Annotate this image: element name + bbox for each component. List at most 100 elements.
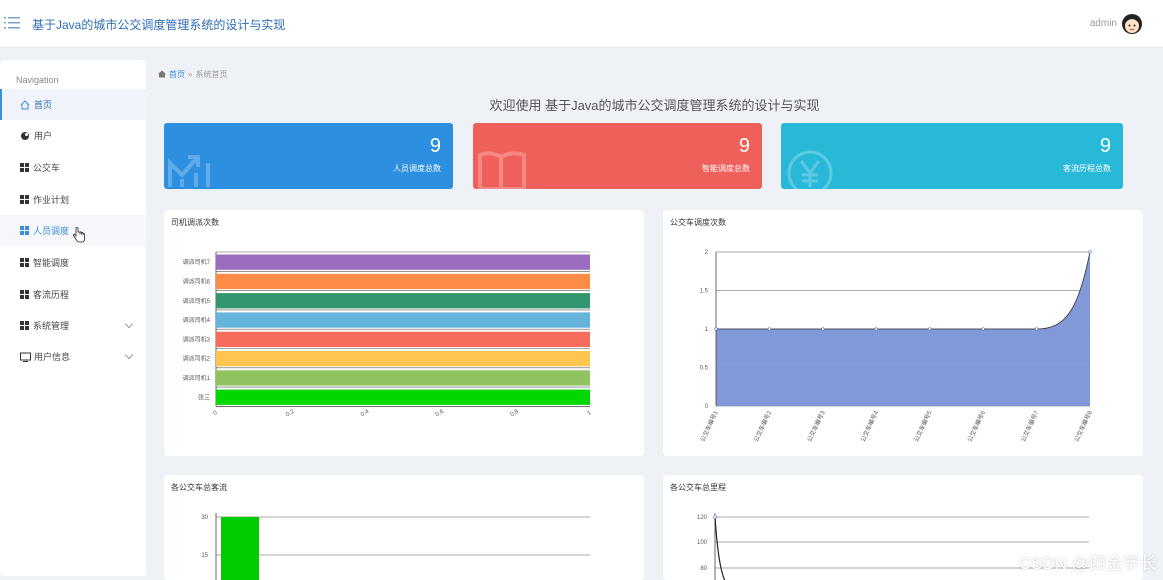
data-point xyxy=(713,515,717,519)
tick-label: 2 xyxy=(705,250,709,256)
grid-icon xyxy=(20,258,29,267)
hand-cursor-icon xyxy=(72,227,86,243)
category-label: 张三 xyxy=(198,393,210,401)
sidebar-item-smart-dispatch[interactable]: 智能调度 xyxy=(0,247,146,278)
user-icon xyxy=(20,131,30,141)
data-point xyxy=(767,327,772,331)
sidebar-item-label: 智能调度 xyxy=(33,258,70,268)
bar xyxy=(216,254,590,270)
bar xyxy=(216,389,590,405)
home-icon xyxy=(20,99,30,110)
grid-icon xyxy=(20,163,29,172)
grid-icon xyxy=(20,321,29,330)
category-label: 公交车编号3 xyxy=(805,409,827,443)
data-point xyxy=(874,327,878,331)
home-icon xyxy=(158,70,166,80)
bar xyxy=(216,293,590,309)
bar xyxy=(216,273,590,290)
breadcrumb: 首页 » 系统首页 xyxy=(158,69,227,80)
sidebar: Navigation 首页 用户 公交车 作业计划 人员调度 智能调度 客流历程… xyxy=(0,60,146,576)
driver-dispatch-bar-chart: 张三 调派司机1 调派司机2 调派司机3 调派司机4 调派司机5 调派司机6 调派司机7 0 0.… xyxy=(183,251,593,419)
category-label: 公交车编号1 xyxy=(698,409,720,443)
tick-label: 0.8 xyxy=(510,409,521,419)
grid-icon xyxy=(20,290,29,299)
page-title: 欢迎使用 基于Java的城市公交调度管理系统的设计与实现 xyxy=(489,98,820,113)
grid-icon xyxy=(20,195,29,204)
bar xyxy=(216,370,590,386)
data-point xyxy=(1088,250,1092,254)
sidebar-item-label: 系统管理 xyxy=(33,321,70,331)
tick-label: 15 xyxy=(201,553,208,559)
nav-heading: Navigation xyxy=(16,75,59,85)
tick-label: 120 xyxy=(697,515,708,521)
tick-label: 1.5 xyxy=(700,289,709,295)
sidebar-item-label: 作业计划 xyxy=(33,195,70,205)
data-point xyxy=(981,327,985,331)
category-label: 调派司机7 xyxy=(183,258,211,266)
tick-label: 1 xyxy=(705,327,709,333)
sidebar-item-bus[interactable]: 公交车 xyxy=(0,152,146,183)
bar xyxy=(216,331,590,347)
category-label: 调派司机5 xyxy=(183,297,211,305)
tick-label: 0.2 xyxy=(285,409,296,419)
sidebar-item-user[interactable]: 用户 xyxy=(0,120,146,151)
tick-label: 0.4 xyxy=(360,409,371,419)
stat-value: 9 xyxy=(738,135,750,157)
sidebar-item-work-plan[interactable]: 作业计划 xyxy=(0,184,146,215)
stat-label: 人员调度总数 xyxy=(393,164,441,173)
avatar[interactable] xyxy=(1121,13,1143,35)
data-point xyxy=(928,327,932,331)
category-label: 调派司机2 xyxy=(183,355,211,363)
sidebar-item-user-info[interactable]: 用户信息 xyxy=(0,341,146,372)
bar xyxy=(221,517,259,580)
chart-card-bus-dispatch: 公交车调度次数 0 0.5 1 1.5 2 公交车编号1 公交车编号2 公交车编号3 公交车编号… xyxy=(663,210,1143,456)
trend-icon xyxy=(168,149,214,189)
data-point xyxy=(714,327,718,331)
stat-value: 9 xyxy=(1099,135,1111,157)
tick-label: 0 xyxy=(213,410,219,417)
yen-icon xyxy=(785,149,835,189)
tick-label: 100 xyxy=(697,540,708,546)
stat-card-passenger-flow: 9 客流历程总数 xyxy=(781,123,1123,189)
bar xyxy=(216,351,590,367)
chart-card-driver-dispatch: 司机调派次数 张三 调派司机1 调派司机2 调派司机3 调派司机4 调派司机5 调派司机6 调… xyxy=(164,210,644,456)
stat-label: 客流历程总数 xyxy=(1063,164,1111,173)
chevron-down-icon xyxy=(124,350,134,360)
sidebar-item-label: 客流历程 xyxy=(33,290,70,300)
tick-label: 0.5 xyxy=(700,366,709,372)
sidebar-item-label: 人员调度 xyxy=(33,226,70,236)
breadcrumb-current: 系统首页 xyxy=(195,70,228,79)
chevron-down-icon xyxy=(124,319,134,329)
category-label: 调派司机6 xyxy=(183,277,211,285)
sidebar-item-home[interactable]: 首页 xyxy=(0,89,146,120)
chart-card-passenger-total: 各公交车总客流 15 30 xyxy=(164,475,644,580)
tick-label: 30 xyxy=(201,515,208,521)
stat-value: 9 xyxy=(429,135,441,157)
category-label: 公交车编号8 xyxy=(1072,409,1094,443)
category-label: 调派司机1 xyxy=(183,374,211,382)
sidebar-item-label: 用户信息 xyxy=(34,352,71,362)
stat-label: 智能调度总数 xyxy=(702,164,750,173)
sidebar-item-label: 用户 xyxy=(34,131,53,141)
breadcrumb-home-link[interactable]: 首页 xyxy=(169,69,185,80)
menu-toggle-icon[interactable] xyxy=(4,16,20,30)
bus-dispatch-area-chart: 0 0.5 1 1.5 2 公交车编号1 公交车编号2 公交车编号3 公交车编号4 公交车编号5 公… xyxy=(698,250,1094,443)
data-point xyxy=(1034,327,1039,331)
bar xyxy=(216,312,590,328)
sidebar-item-passenger-flow[interactable]: 客流历程 xyxy=(0,279,146,310)
passenger-total-bar-chart: 1530 xyxy=(201,513,590,580)
user-name[interactable]: admin xyxy=(1090,18,1117,29)
series-line xyxy=(714,516,726,580)
sidebar-item-system-management[interactable]: 系统管理 xyxy=(0,310,146,341)
category-label: 调派司机4 xyxy=(183,316,211,324)
app-title: 基于Java的城市公交调度管理系统的设计与实现 xyxy=(32,18,286,32)
book-icon xyxy=(477,149,527,189)
tick-label: 0.6 xyxy=(435,409,446,419)
sidebar-item-label: 公交车 xyxy=(33,163,61,173)
stat-card-staff-dispatch: 9 人员调度总数 xyxy=(164,123,453,189)
data-point xyxy=(821,327,825,331)
grid-icon xyxy=(20,226,29,235)
stat-card-smart-dispatch: 9 智能调度总数 xyxy=(473,123,762,189)
tick-label: 1 xyxy=(587,410,593,417)
category-label: 公交车编号6 xyxy=(966,409,988,443)
